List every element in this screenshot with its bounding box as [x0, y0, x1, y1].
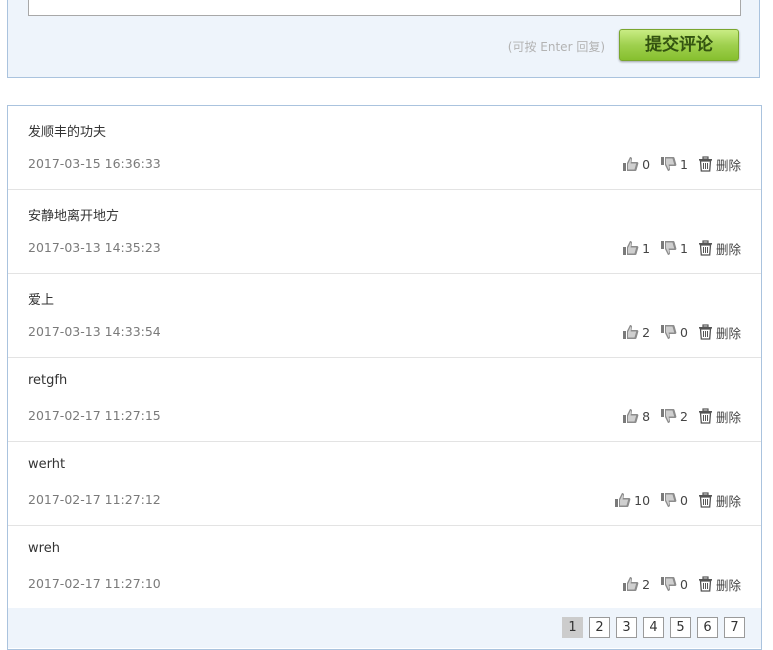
like-button[interactable]: 2	[622, 576, 650, 592]
comment-actions: 1 1 删除	[622, 238, 741, 258]
thumbs-up-icon	[623, 409, 639, 423]
page-button-3[interactable]: 3	[616, 617, 637, 638]
thumbs-up-icon	[623, 577, 639, 591]
comment-actions: 10 0 删除	[614, 490, 741, 510]
like-count: 1	[642, 240, 651, 256]
dislike-count: 0	[680, 324, 688, 340]
delete-label: 删除	[715, 493, 741, 509]
page-button-6[interactable]: 6	[697, 617, 718, 638]
submit-comment-button[interactable]: 提交评论	[619, 29, 739, 61]
comment-item: 爱上 2017-03-13 14:33:54 2 0 删除	[8, 274, 761, 358]
like-count: 2	[642, 576, 651, 592]
page-button-2[interactable]: 2	[589, 617, 610, 638]
delete-label: 删除	[715, 577, 741, 593]
reply-textarea[interactable]	[28, 0, 741, 16]
dislike-count: 1	[680, 240, 688, 256]
comment-time: 2017-02-17 11:27:10	[28, 576, 161, 591]
delete-button[interactable]: 删除	[698, 323, 741, 342]
thumbs-up-icon	[615, 493, 631, 507]
thumbs-down-icon	[661, 325, 677, 339]
comment-text: 安静地离开地方	[28, 209, 120, 224]
reply-box: (可按 Enter 回复) 提交评论	[7, 0, 760, 78]
trash-icon	[698, 240, 712, 256]
comment-actions: 0 1 删除	[622, 154, 741, 174]
trash-icon	[698, 324, 712, 340]
comment-text: wreh	[28, 541, 60, 556]
comment-time: 2017-03-15 16:36:33	[28, 156, 161, 171]
comment-item: retgfh 2017-02-17 11:27:15 8 2 删除	[8, 358, 761, 442]
comment-actions: 2 0 删除	[622, 574, 741, 594]
dislike-count: 1	[680, 156, 688, 172]
thumbs-down-icon	[661, 157, 677, 171]
thumbs-up-icon	[623, 157, 639, 171]
thumbs-up-icon	[623, 325, 639, 339]
like-count: 0	[642, 156, 651, 172]
comment-item: wreh 2017-02-17 11:27:10 2 0 删除	[8, 526, 761, 610]
comment-time: 2017-02-17 11:27:15	[28, 408, 161, 423]
delete-label: 删除	[715, 241, 741, 257]
dislike-count: 0	[680, 576, 688, 592]
delete-button[interactable]: 删除	[698, 575, 741, 594]
like-count: 2	[642, 324, 651, 340]
comments-list: 发顺丰的功夫 2017-03-15 16:36:33 0 1 删除 安静地离开地…	[7, 105, 762, 650]
thumbs-down-icon	[661, 493, 677, 507]
thumbs-up-icon	[623, 241, 639, 255]
page-list: 1 2 3 4 5 6 7	[562, 617, 745, 638]
like-button[interactable]: 1	[622, 240, 650, 256]
like-button[interactable]: 0	[622, 156, 650, 172]
thumbs-down-icon	[661, 577, 677, 591]
comment-actions: 2 0 删除	[622, 322, 741, 342]
enter-hint: (可按 Enter 回复)	[507, 40, 605, 54]
dislike-button[interactable]: 0	[660, 324, 688, 340]
delete-label: 删除	[715, 409, 741, 425]
delete-button[interactable]: 删除	[698, 239, 741, 258]
page-button-1[interactable]: 1	[562, 617, 583, 638]
comment-text: retgfh	[28, 373, 68, 388]
pagination: 1 2 3 4 5 6 7	[8, 608, 761, 648]
delete-button[interactable]: 删除	[698, 491, 741, 510]
page-button-7[interactable]: 7	[724, 617, 745, 638]
comment-item: 安静地离开地方 2017-03-13 14:35:23 1 1 删除	[8, 190, 761, 274]
dislike-count: 0	[680, 492, 688, 508]
dislike-button[interactable]: 2	[660, 408, 688, 424]
dislike-button[interactable]: 1	[660, 156, 688, 172]
trash-icon	[698, 492, 712, 508]
dislike-button[interactable]: 1	[660, 240, 688, 256]
dislike-button[interactable]: 0	[660, 576, 688, 592]
comment-text: 爱上	[28, 293, 55, 308]
comment-text: 发顺丰的功夫	[28, 125, 107, 140]
trash-icon	[698, 156, 712, 172]
like-button[interactable]: 2	[622, 324, 650, 340]
page-button-4[interactable]: 4	[643, 617, 664, 638]
comment-time: 2017-03-13 14:35:23	[28, 240, 161, 255]
dislike-button[interactable]: 0	[660, 492, 688, 508]
page-button-5[interactable]: 5	[670, 617, 691, 638]
comment-time: 2017-03-13 14:33:54	[28, 324, 161, 339]
comment-time: 2017-02-17 11:27:12	[28, 492, 161, 507]
like-count: 10	[634, 492, 651, 508]
thumbs-down-icon	[661, 241, 677, 255]
comment-item: werht 2017-02-17 11:27:12 10 0 删除	[8, 442, 761, 526]
comment-actions: 8 2 删除	[622, 406, 741, 426]
delete-label: 删除	[715, 157, 741, 173]
like-count: 8	[642, 408, 651, 424]
delete-label: 删除	[715, 325, 741, 341]
delete-button[interactable]: 删除	[698, 407, 741, 426]
comment-item: 发顺丰的功夫 2017-03-15 16:36:33 0 1 删除	[8, 106, 761, 190]
like-button[interactable]: 8	[622, 408, 650, 424]
delete-button[interactable]: 删除	[698, 155, 741, 174]
dislike-count: 2	[680, 408, 688, 424]
like-button[interactable]: 10	[614, 492, 650, 508]
comment-text: werht	[28, 457, 66, 472]
trash-icon	[698, 576, 712, 592]
thumbs-down-icon	[661, 409, 677, 423]
trash-icon	[698, 408, 712, 424]
